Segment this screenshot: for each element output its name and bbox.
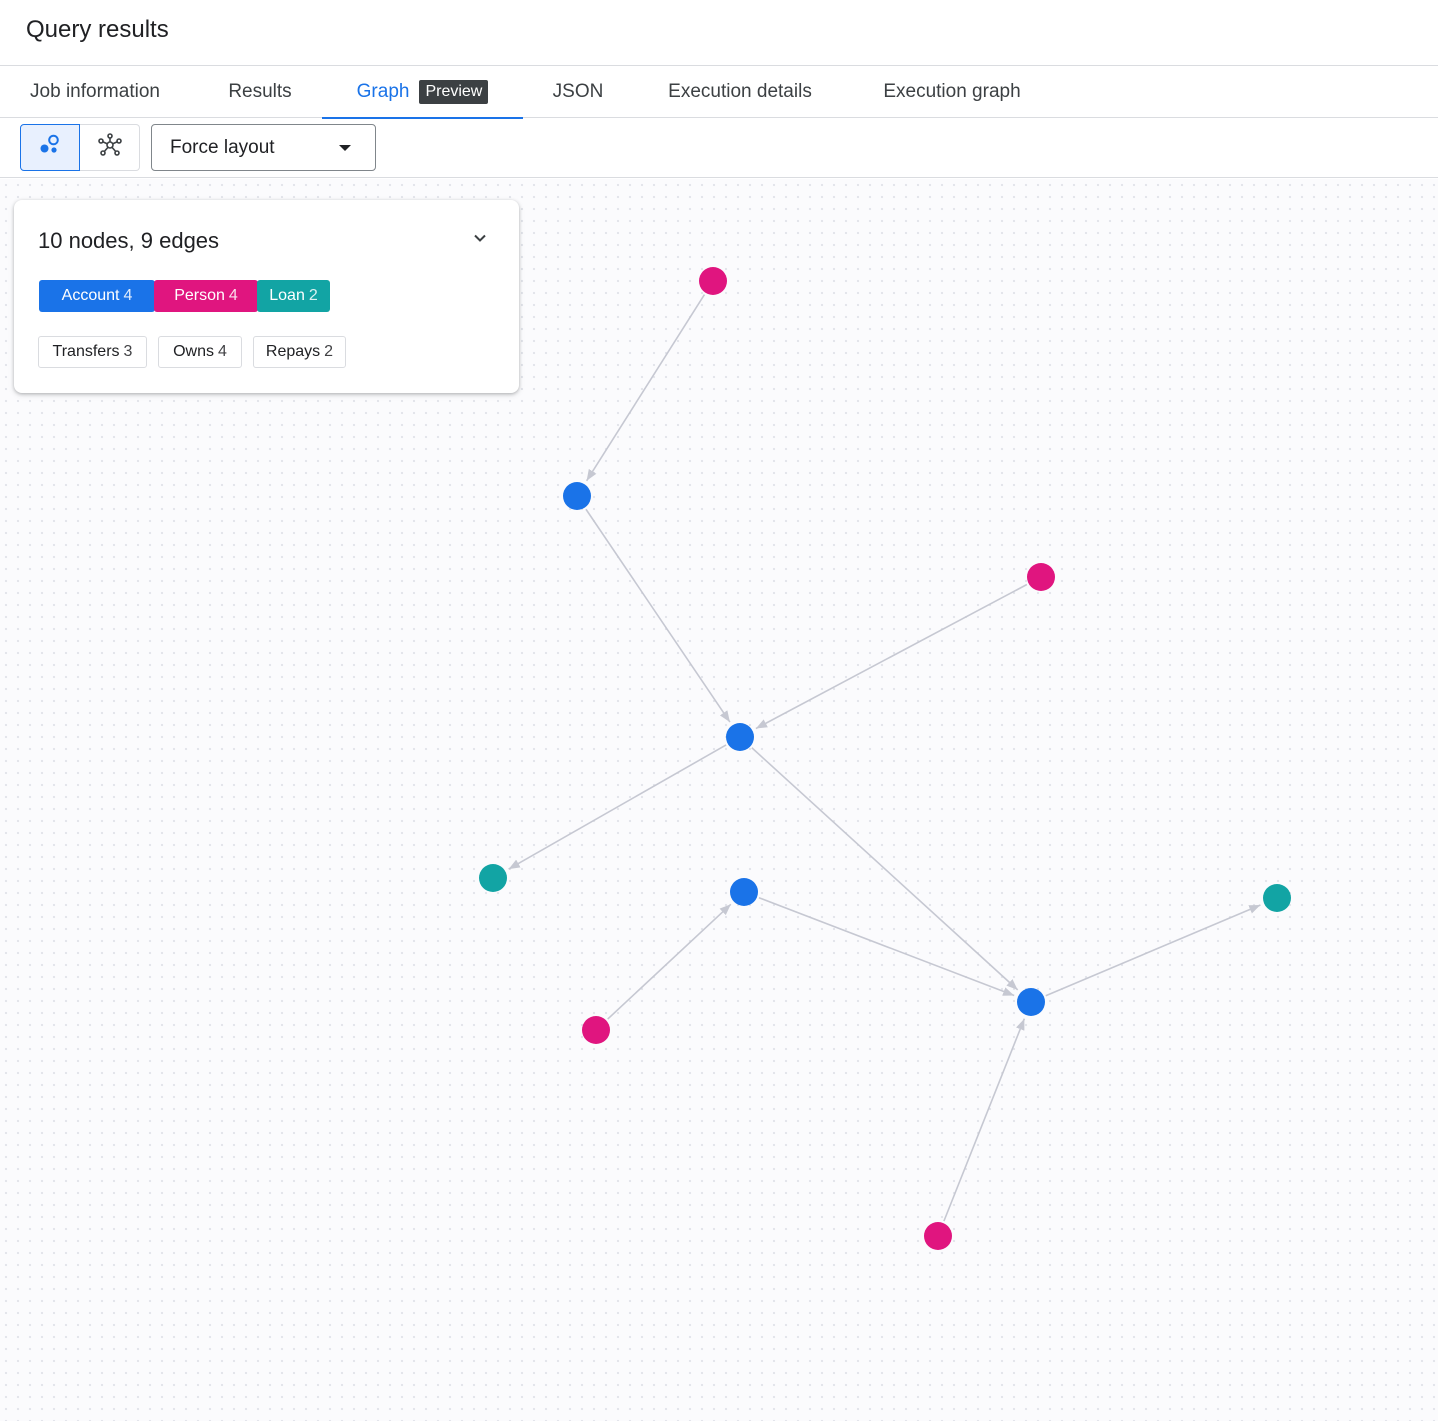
chip-label: Owns xyxy=(173,343,214,360)
chip-loan[interactable]: Loan 2 xyxy=(257,280,330,312)
graph-canvas[interactable]: 10 nodes, 9 edges Account 4 Person 4 Loa… xyxy=(0,179,1438,1421)
chip-label: Loan xyxy=(269,287,305,304)
tab-label: Results xyxy=(228,81,292,102)
graph-edge[interactable] xyxy=(751,747,1019,991)
chip-transfers[interactable]: Transfers 3 xyxy=(38,336,147,368)
graph-edge[interactable] xyxy=(508,744,727,870)
chip-count: 4 xyxy=(123,287,133,304)
chip-count: 2 xyxy=(308,287,318,304)
chevron-down-icon xyxy=(472,230,488,251)
tab-json[interactable]: JSON xyxy=(523,66,633,118)
graph-edge[interactable] xyxy=(607,903,732,1020)
chip-account[interactable]: Account 4 xyxy=(39,280,155,312)
chip-count: 4 xyxy=(228,287,238,304)
tab-label: Execution graph xyxy=(883,81,1021,102)
graph-summary: 10 nodes, 9 edges xyxy=(38,228,220,253)
chip-owns[interactable]: Owns 4 xyxy=(158,336,242,368)
graph-edge[interactable] xyxy=(943,1018,1026,1222)
tab-label: Execution details xyxy=(668,81,812,102)
graph-legend-panel: 10 nodes, 9 edges Account 4 Person 4 Loa… xyxy=(14,200,519,393)
graph-toolbar: Force layout xyxy=(0,118,1438,178)
graph-edge[interactable] xyxy=(585,508,731,723)
layout-dropdown[interactable]: Force layout xyxy=(151,124,376,171)
collapse-button[interactable] xyxy=(466,226,494,254)
graph-edge[interactable] xyxy=(758,896,1015,997)
preview-badge: Preview xyxy=(419,80,489,104)
chip-repays[interactable]: Repays 2 xyxy=(253,336,346,368)
layout-value: Force layout xyxy=(170,136,275,158)
chip-label: Account xyxy=(61,287,120,304)
chip-count: 4 xyxy=(218,343,227,360)
chip-count: 2 xyxy=(324,343,334,360)
graph-node-loan[interactable] xyxy=(1263,884,1291,912)
graph-node-person[interactable] xyxy=(1027,563,1055,591)
tab-bar: Job information Results Graph Preview JS… xyxy=(0,66,1438,119)
chip-person[interactable]: Person 4 xyxy=(154,280,258,312)
graph-node-person[interactable] xyxy=(924,1222,952,1250)
graph-node-person[interactable] xyxy=(582,1016,610,1044)
graph-edge[interactable] xyxy=(585,294,706,482)
graph-node-account[interactable] xyxy=(1017,988,1045,1016)
tab-execution-graph[interactable]: Execution graph xyxy=(847,66,1057,118)
graph-node-account[interactable] xyxy=(726,723,754,751)
chip-label: Repays xyxy=(265,343,321,360)
tab-graph[interactable]: Graph Preview xyxy=(322,66,523,119)
graph-edge[interactable] xyxy=(755,583,1028,730)
node-view-button[interactable] xyxy=(20,124,80,171)
tab-label: JSON xyxy=(552,81,604,102)
tab-results[interactable]: Results xyxy=(198,66,322,118)
graph-edge[interactable] xyxy=(1045,904,1261,997)
tab-label: Job information xyxy=(30,81,160,102)
schema-view-button[interactable] xyxy=(80,124,140,171)
node-cluster-icon xyxy=(38,133,62,162)
tab-label: Graph xyxy=(356,81,410,102)
graph-node-account[interactable] xyxy=(730,878,758,906)
header-bar: Query results xyxy=(0,0,1438,66)
page-title: Query results xyxy=(26,16,169,43)
chip-count: 3 xyxy=(123,343,133,360)
dropdown-arrow-icon xyxy=(339,145,351,151)
chip-label: Person xyxy=(174,287,225,304)
tab-job-information[interactable]: Job information xyxy=(0,66,190,118)
graph-node-loan[interactable] xyxy=(479,864,507,892)
chip-label: Transfers xyxy=(52,343,120,360)
graph-node-person[interactable] xyxy=(699,267,727,295)
tab-execution-details[interactable]: Execution details xyxy=(633,66,847,118)
network-icon xyxy=(97,132,123,163)
graph-node-account[interactable] xyxy=(563,482,591,510)
